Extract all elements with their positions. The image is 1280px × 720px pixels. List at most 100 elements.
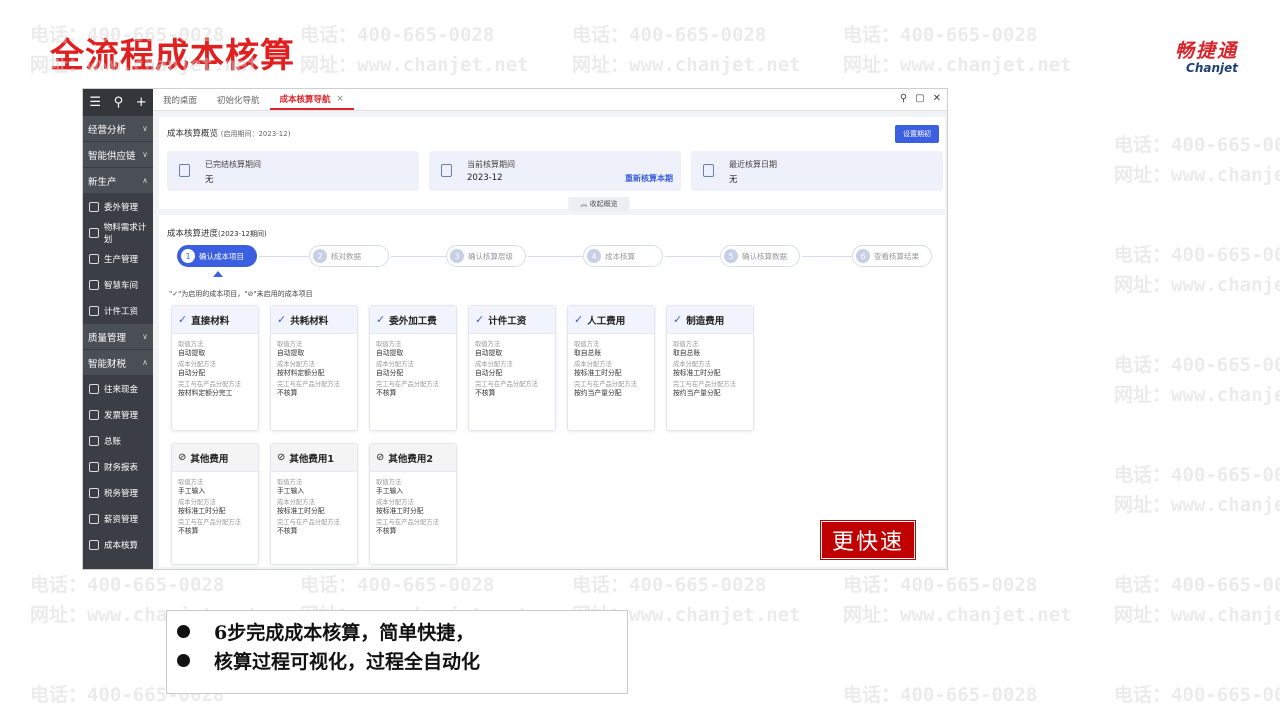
check-icon: ✓	[673, 313, 683, 326]
sidebar-item-label: 生产管理	[104, 255, 139, 265]
close-icon[interactable]: ✕	[933, 93, 941, 104]
cost-item-card[interactable]: ⊘ 其他费用2 取值方法 手工输入 成本分配方法 按标准工时分配 完工与在产品分配方法…	[369, 443, 457, 565]
sidebar-item-tax[interactable]: 税务管理	[83, 480, 153, 506]
field-label: 完工与在产品分配方法	[673, 381, 736, 388]
overview-panel: 成本核算概览 (启用期间：2023-12) 设置期初 已完结核算期间 无 当前核…	[159, 117, 945, 211]
field-value: 自动提取	[178, 349, 206, 357]
sidebar-item-workshop[interactable]: 智慧车间	[83, 272, 153, 298]
tab-label: 我的桌面	[163, 96, 198, 106]
cost-item-name: 人工费用	[587, 315, 626, 327]
step-6[interactable]: 6 查看核算结果	[852, 245, 932, 267]
search-icon[interactable]: ⚲	[900, 93, 907, 104]
sidebar-item-production[interactable]: 生产管理	[83, 246, 153, 272]
step-3[interactable]: 3 确认核算层级	[446, 245, 526, 267]
cost-item-card[interactable]: ✓ 共耗材料 取值方法 自动提取 成本分配方法 按材料定额分配 完工与在产品分配方法不…	[270, 305, 358, 431]
add-icon[interactable]: +	[136, 95, 147, 110]
step-number: 4	[587, 249, 601, 263]
field-value: 按标准工时分配	[574, 369, 622, 377]
field-label: 成本分配方法	[673, 361, 711, 368]
overview-card-current: 当前核算期间 2023-12 重新核算本期	[429, 151, 681, 191]
chevron-up-icon: ∧	[142, 176, 148, 185]
watermark-site: 网址：www.chanjet.net	[1114, 274, 1280, 296]
field-value: 自动提取	[277, 349, 305, 357]
field-value: 按标准工时分配	[376, 507, 424, 515]
sidebar-item-outsourcing[interactable]: 委外管理	[83, 194, 153, 220]
cost-item-card[interactable]: ✓ 委外加工费 取值方法 自动提取 成本分配方法 自动分配 完工与在产品分配方法 不核算	[369, 305, 457, 431]
field-value: 按标准工时分配	[277, 507, 325, 515]
checklist-icon	[441, 164, 452, 177]
sidebar-group-quality[interactable]: 质量管理 ∨	[83, 324, 153, 350]
cost-item-card[interactable]: ✓ 人工费用 取值方法 取自总账 成本分配方法 按标准工时分配 完工与在产品分配方法按…	[567, 305, 655, 431]
sidebar-item-label: 计件工资	[104, 307, 139, 317]
sidebar-item-payroll[interactable]: 薪资管理	[83, 506, 153, 532]
brand-name-en: Chanjet	[1186, 61, 1238, 75]
watermark-phone: 电话：400-665-0028	[30, 574, 225, 596]
watermark-phone: 电话：400-665-0028	[843, 684, 1038, 706]
cost-item-card[interactable]: ✓ 计件工资 取值方法 自动提取 成本分配方法 自动分配 完工与在产品分配方法 不核算	[468, 305, 556, 431]
tab-desktop[interactable]: 我的桌面	[153, 90, 207, 110]
tab-init-nav[interactable]: 初始化导航	[207, 90, 270, 110]
close-icon[interactable]: ×	[337, 94, 344, 104]
cost-item-body: 取值方法 自动提取 成本分配方法 自动分配 完工与在产品分配方法 不核算	[469, 334, 555, 405]
progress-period-note: (2023-12期间)	[218, 230, 267, 238]
cost-item-header: ✓ 人工费用	[568, 306, 654, 334]
cost-item-card[interactable]: ⊘ 其他费用 取值方法 手工输入 成本分配方法 按标准工时分配 完工与在产品分配方法不…	[171, 443, 259, 565]
card-label: 当前核算期间	[467, 160, 515, 169]
maximize-icon[interactable]: ▢	[915, 93, 924, 104]
cost-item-card[interactable]: ⊘ 其他费用1 取值方法 手工输入 成本分配方法 按标准工时分配 完工与在产品分配方法…	[270, 443, 358, 565]
field-label: 成本分配方法	[376, 361, 414, 368]
search-icon[interactable]: ⚲	[114, 95, 124, 110]
menu-icon[interactable]: ☰	[89, 95, 101, 110]
field-label: 完工与在产品分配方法	[277, 381, 340, 388]
sidebar-group-production[interactable]: 新生产 ∧	[83, 168, 153, 194]
bullet-text: 6步完成成本核算，简单快捷，	[214, 622, 475, 644]
sidebar-item-label: 智慧车间	[104, 281, 139, 291]
sidebar-item-label: 往来现金	[104, 385, 139, 395]
step-5[interactable]: 5 确认核算数据	[720, 245, 800, 267]
sidebar-item-ledger[interactable]: 总账	[83, 428, 153, 454]
invoice-icon	[89, 410, 99, 420]
sidebar-item-invoice[interactable]: 发票管理	[83, 402, 153, 428]
collapse-overview-button[interactable]: ︽ 收起概览	[568, 197, 630, 211]
settings-button[interactable]: 设置期初	[895, 125, 939, 143]
sidebar-item-label: 委外管理	[104, 203, 139, 213]
step-label: 确认核算层级	[468, 251, 513, 261]
sidebar-item-costing[interactable]: 成本核算	[83, 532, 153, 558]
step-4[interactable]: 4 成本核算	[583, 245, 663, 267]
field-value: 手工输入	[376, 487, 404, 495]
legend-text: "✓"为启用的成本项目，"⊘"未启用的成本项目	[169, 290, 313, 298]
field-value: 取自总账	[673, 349, 701, 357]
sidebar-group-analysis[interactable]: 经营分析 ∨	[83, 116, 153, 142]
step-1[interactable]: 1 确认成本项目	[177, 245, 257, 267]
sidebar-item-piecework[interactable]: 计件工资	[83, 298, 153, 324]
watermark-phone: 电话：400-665-0028	[1114, 244, 1280, 266]
collapse-label: 收起概览	[589, 200, 618, 208]
tab-label: 成本核算导航	[279, 95, 331, 105]
disabled-icon: ⊘	[178, 452, 187, 463]
sidebar-group-supply[interactable]: 智能供应链 ∨	[83, 142, 153, 168]
bullet-dot-icon	[177, 625, 190, 638]
cost-item-name: 共耗材料	[290, 315, 329, 327]
sidebar-item-mrp[interactable]: 物料需求计划	[83, 220, 153, 246]
field-label: 取值方法	[178, 341, 204, 348]
sidebar-item-cash[interactable]: 往来现金	[83, 376, 153, 402]
cost-item-card[interactable]: ✓ 制造费用 取值方法 取自总账 成本分配方法 按标准工时分配 完工与在产品分配方法按…	[666, 305, 754, 431]
field-value: 不核算	[376, 389, 397, 397]
calendar-icon	[703, 164, 714, 177]
step-2[interactable]: 2 核对数据	[309, 245, 389, 267]
field-label: 取值方法	[277, 341, 303, 348]
field-value: 自动分配	[475, 369, 503, 377]
step-label: 查看核算结果	[874, 251, 919, 261]
cost-item-body: 取值方法 手工输入 成本分配方法 按标准工时分配 完工与在产品分配方法 不核算	[370, 472, 456, 543]
field-label: 完工与在产品分配方法	[475, 381, 538, 388]
field-label: 成本分配方法	[178, 499, 216, 506]
document-icon	[89, 202, 99, 212]
sidebar-item-reports[interactable]: 财务报表	[83, 454, 153, 480]
cost-item-card[interactable]: ✓ 直接材料 取值方法 自动提取 成本分配方法 自动分配 完工与在产品分配方法 按材料定…	[171, 305, 259, 431]
tab-cost-nav[interactable]: 成本核算导航 ×	[269, 90, 354, 110]
sidebar-group-finance[interactable]: 智能财税 ∧	[83, 350, 153, 376]
card-label: 已完结核算期间	[205, 160, 261, 169]
check-icon: ✓	[475, 313, 485, 326]
field-label: 成本分配方法	[475, 361, 513, 368]
recalculate-link[interactable]: 重新核算本期	[625, 173, 673, 184]
